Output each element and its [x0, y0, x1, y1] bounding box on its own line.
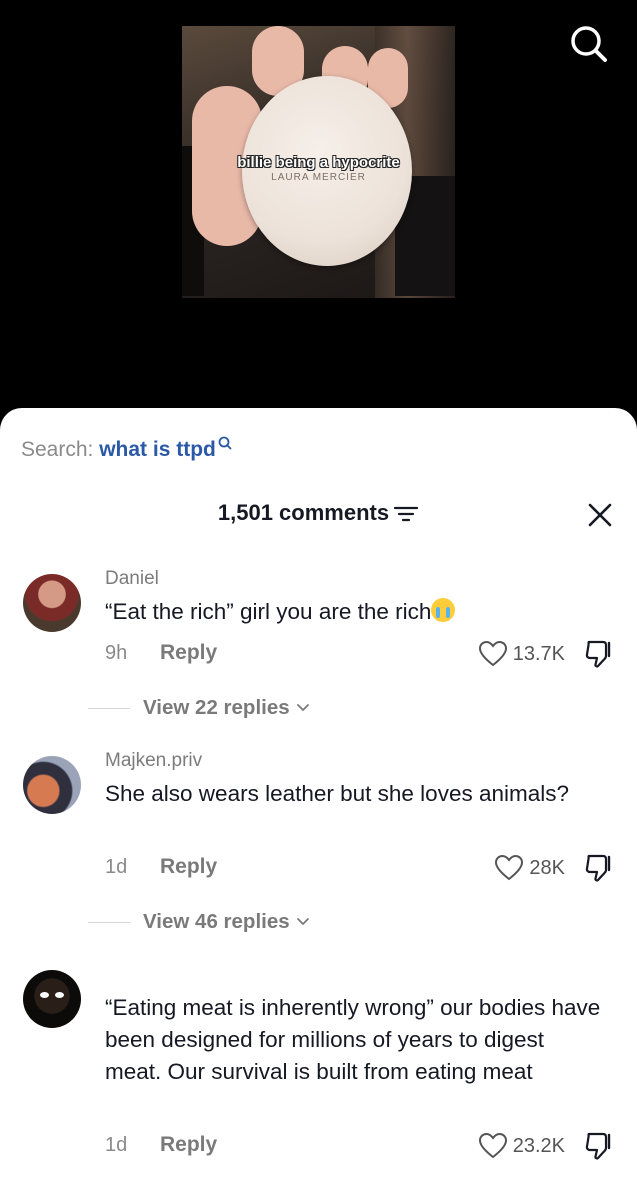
view-replies-button[interactable]: View 46 replies [88, 910, 310, 934]
replies-divider [88, 707, 130, 709]
heart-icon [495, 855, 524, 881]
close-icon[interactable] [587, 502, 613, 528]
avatar[interactable] [23, 970, 81, 1028]
comment-time: 1d [105, 856, 128, 878]
video-caption: billie being a hypocrite [237, 154, 400, 171]
avatar-eye [40, 992, 49, 998]
comments-sheet: Search: what is ttpd 1,501 comments Dani… [0, 408, 637, 1200]
chevron-down-icon [296, 704, 309, 711]
avatar-eye [55, 992, 64, 998]
chevron-down-icon [296, 918, 309, 925]
comment-time: 1d [105, 1134, 128, 1156]
thumbs-down-icon[interactable] [583, 638, 615, 670]
thumbs-down-icon[interactable] [583, 1130, 615, 1162]
thumbs-down-icon[interactable] [583, 852, 615, 884]
like-count: 13.7K [512, 642, 565, 665]
comment-text-body: “Eat the rich” girl you are the rich [105, 599, 432, 624]
reply-button[interactable]: Reply [160, 1133, 217, 1157]
heart-icon [478, 641, 507, 667]
video-area[interactable]: billie being a hypocrite LAURA MERCIER [0, 0, 637, 420]
filter-icon[interactable] [393, 505, 419, 523]
heart-icon [478, 1133, 507, 1159]
comment-time: 9h [105, 642, 128, 664]
search-suggestion[interactable]: Search: what is ttpd [21, 436, 232, 462]
reply-button[interactable]: Reply [160, 855, 217, 879]
compact-brand-text: LAURA MERCIER [271, 172, 366, 183]
comment-text: “Eat the rich” girl you are the rich [105, 596, 605, 628]
crying-face-icon [431, 598, 456, 622]
reply-button[interactable]: Reply [160, 641, 217, 665]
video-thumbnail[interactable]: billie being a hypocrite LAURA MERCIER [182, 26, 455, 298]
search-prefix: Search: [21, 438, 94, 461]
comments-header: 1,501 comments [0, 500, 637, 526]
view-replies-button[interactable]: View 22 replies [88, 696, 310, 720]
like-count: 28K [529, 856, 565, 879]
like-count: 23.2K [512, 1134, 565, 1157]
comment-username[interactable]: Daniel [105, 568, 159, 590]
comment-username[interactable]: Majken.priv [105, 750, 202, 772]
like-button[interactable]: 13.7K [478, 641, 565, 667]
comment-count: 1,501 comments [217, 500, 390, 525]
like-button[interactable]: 28K [495, 855, 565, 881]
view-replies-label: View 22 replies [143, 696, 290, 719]
avatar[interactable] [23, 756, 81, 814]
search-icon[interactable] [567, 22, 611, 66]
avatar[interactable] [23, 574, 81, 632]
comment-text: She also wears leather but she loves ani… [105, 781, 570, 806]
replies-divider [88, 921, 130, 923]
search-term[interactable]: what is ttpd [99, 438, 216, 461]
like-button[interactable]: 23.2K [478, 1133, 565, 1159]
search-icon [218, 436, 232, 450]
comment-text: “Eating meat is inherently wrong” our bo… [105, 995, 601, 1084]
powder-compact [242, 76, 412, 266]
view-replies-label: View 46 replies [143, 910, 290, 933]
